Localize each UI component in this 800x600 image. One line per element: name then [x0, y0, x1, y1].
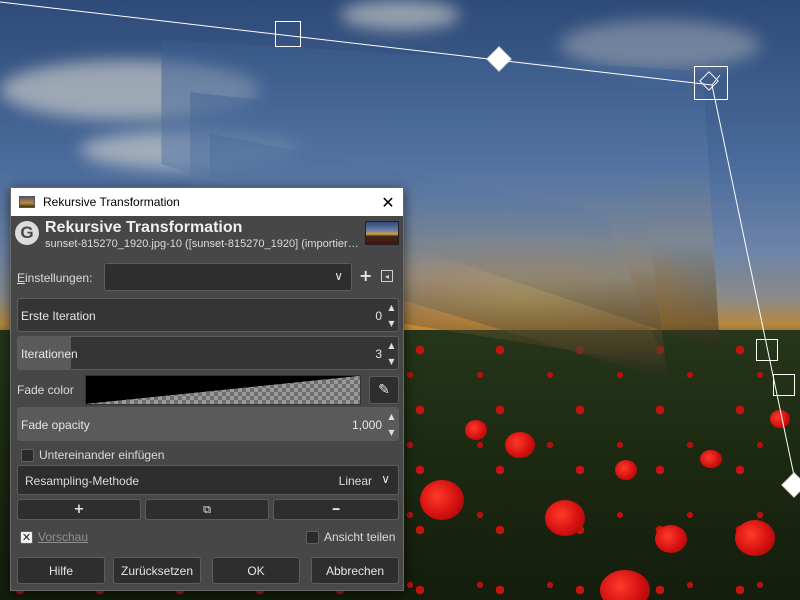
reset-button[interactable]: Zurücksetzen [113, 557, 201, 584]
recursive-transform-dialog: Rekursive Transformation ✕ G Rekursive T… [10, 187, 404, 591]
color-picker-icon: ✎ [378, 382, 390, 398]
cancel-button[interactable]: Abbrechen [311, 557, 399, 584]
settings-row: Einstellungen: ∨ + ◂ [17, 263, 397, 293]
first-iteration-spinscale[interactable]: Erste Iteration 0 ▲ ▼ [17, 298, 399, 332]
split-view-checkbox[interactable] [306, 530, 319, 544]
split-view-label: Ansicht teilen [324, 530, 396, 544]
minus-icon: ━ [332, 503, 340, 516]
arrow-down-icon[interactable]: ▼ [388, 428, 394, 437]
fade-color-row: Fade color ✎ [17, 374, 399, 406]
first-iteration-label: Erste Iteration [21, 309, 96, 323]
iterations-label: Iterationen [21, 347, 78, 361]
plus-icon: + [73, 502, 85, 517]
transform-midpoint-handle[interactable] [781, 472, 800, 498]
duplicate-icon: ⧉ [203, 502, 211, 516]
help-button[interactable]: Hilfe [17, 557, 105, 584]
fade-opacity-spinscale[interactable]: Fade opacity 1,000 ▲ ▼ [17, 407, 399, 441]
stack-below-option[interactable]: Untereinander einfügen [21, 447, 164, 463]
transform-corner-handle[interactable] [275, 21, 301, 47]
window-app-icon [19, 196, 35, 208]
ok-button[interactable]: OK [212, 557, 300, 584]
close-button[interactable]: ✕ [373, 188, 403, 216]
chevron-down-icon: ∨ [334, 269, 343, 283]
chevron-down-icon: ∨ [381, 472, 390, 486]
arrow-down-icon[interactable]: ▼ [388, 357, 394, 366]
fade-opacity-value: 1,000 [351, 418, 382, 432]
spin-arrows[interactable]: ▲ ▼ [385, 299, 398, 331]
arrow-up-icon[interactable]: ▲ [388, 341, 394, 350]
resampling-method-label: Resampling-Methode [25, 474, 140, 488]
layer-subtitle: sunset-815270_1920.jpg-10 ([sunset-81527… [45, 238, 359, 250]
gimp-logo-icon: G [15, 221, 39, 245]
stack-below-checkbox[interactable] [21, 448, 34, 462]
add-preset-button[interactable]: + [359, 266, 372, 285]
preview-option[interactable]: ✕ Vorschau [20, 529, 88, 545]
layer-thumbnail [365, 221, 399, 245]
close-icon: ✕ [381, 192, 395, 212]
preset-menu-button[interactable]: ◂ [381, 270, 393, 282]
settings-preset-combo[interactable]: ∨ [104, 263, 352, 291]
stack-below-label: Untereinander einfügen [39, 448, 165, 462]
dialog-heading: Rekursive Transformation [45, 219, 243, 236]
settings-label: Einstellungen: [17, 271, 93, 285]
cancel-button-label: Abbrechen [325, 563, 385, 578]
first-iteration-value: 0 [375, 309, 382, 323]
fade-color-button[interactable] [85, 375, 361, 405]
resampling-method-combo[interactable]: Resampling-Methode Linear ∨ [17, 465, 399, 495]
color-picker-button[interactable]: ✎ [369, 376, 399, 404]
iterations-value: 3 [375, 347, 382, 361]
split-view-option[interactable]: Ansicht teilen [306, 529, 395, 545]
iterations-spinscale[interactable]: Iterationen 3 ▲ ▼ [17, 336, 399, 370]
transform-side-handle[interactable] [756, 339, 778, 361]
arrow-up-icon[interactable]: ▲ [388, 412, 394, 421]
reset-button-label: Zurücksetzen [120, 563, 194, 578]
fade-opacity-label: Fade opacity [21, 418, 90, 432]
ok-button-label: OK [247, 563, 265, 578]
remove-transform-button[interactable]: ━ [273, 499, 399, 520]
transform-midpoint-handle[interactable] [486, 46, 512, 72]
spin-arrows[interactable]: ▲ ▼ [385, 337, 398, 369]
resampling-method-value: Linear [338, 474, 372, 488]
window-titlebar[interactable]: Rekursive Transformation ✕ [11, 188, 403, 216]
preview-checkbox[interactable]: ✕ [20, 530, 33, 544]
fade-color-label: Fade color [17, 383, 74, 397]
transform-side-handle[interactable] [773, 374, 795, 396]
add-transform-button[interactable]: + [17, 499, 141, 520]
window-title: Rekursive Transformation [43, 195, 180, 209]
preview-label: Vorschau [38, 530, 89, 544]
spin-arrows[interactable]: ▲ ▼ [385, 408, 398, 440]
duplicate-transform-button[interactable]: ⧉ [145, 499, 269, 520]
help-button-label: Hilfe [48, 563, 73, 578]
arrow-down-icon[interactable]: ▼ [388, 319, 394, 328]
dialog-header: G Rekursive Transformation sunset-815270… [11, 216, 403, 253]
arrow-up-icon[interactable]: ▲ [388, 303, 394, 312]
